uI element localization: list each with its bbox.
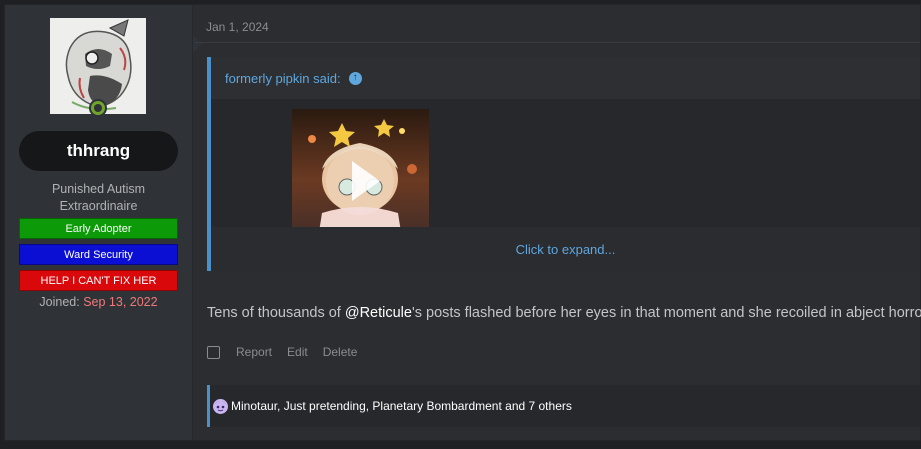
user-mention[interactable]: @Reticule bbox=[345, 305, 412, 321]
page-bottom bbox=[0, 441, 921, 449]
select-post-checkbox[interactable] bbox=[207, 345, 220, 359]
header-divider bbox=[194, 42, 920, 43]
post-body-suffix: 's posts flashed before her eyes in that… bbox=[411, 305, 921, 321]
joined-date: Sep 13, 2022 bbox=[83, 295, 158, 309]
reaction-icon bbox=[213, 398, 228, 414]
user-column: thhrang Punished Autism Extraordinaire E… bbox=[5, 5, 193, 440]
joined-label: Joined: bbox=[39, 295, 80, 309]
user-title: Punished Autism Extraordinaire bbox=[51, 182, 146, 213]
username[interactable]: thhrang bbox=[19, 131, 178, 171]
post-body-prefix: Tens of thousands of bbox=[207, 305, 345, 321]
arrow-up-circle-icon[interactable]: ↑ bbox=[348, 71, 362, 85]
joined-info: Joined: Sep 13, 2022 bbox=[19, 295, 178, 309]
click-to-expand[interactable]: Click to expand... bbox=[211, 227, 920, 271]
quote-block: formerly pipkin said: ↑ Click to expand.… bbox=[207, 57, 920, 271]
post-main: Jan 1, 2024 formerly pipkin said: ↑ Clic… bbox=[194, 5, 921, 440]
reactions-bar[interactable]: Minotaur, Just pretending, Planetary Bom… bbox=[207, 385, 920, 427]
edit-button[interactable]: Edit bbox=[287, 345, 308, 359]
post-actions: Report Edit Delete bbox=[207, 345, 372, 359]
reactions-text[interactable]: Minotaur, Just pretending, Planetary Bom… bbox=[231, 399, 572, 413]
post-container: thhrang Punished Autism Extraordinaire E… bbox=[4, 4, 921, 441]
user-banner-ward-security: Ward Security bbox=[19, 244, 178, 265]
quote-author[interactable]: formerly pipkin said: bbox=[225, 71, 341, 86]
delete-button[interactable]: Delete bbox=[323, 345, 358, 359]
user-banner-help: HELP I CAN'T FIX HER bbox=[19, 270, 178, 291]
report-button[interactable]: Report bbox=[236, 345, 272, 359]
post-date[interactable]: Jan 1, 2024 bbox=[206, 20, 269, 34]
quote-header: formerly pipkin said: ↑ bbox=[211, 57, 920, 99]
online-status-icon bbox=[89, 99, 107, 117]
user-banner-early-adopter: Early Adopter bbox=[19, 218, 178, 239]
post-body: Tens of thousands of @Reticule's posts f… bbox=[207, 305, 921, 321]
